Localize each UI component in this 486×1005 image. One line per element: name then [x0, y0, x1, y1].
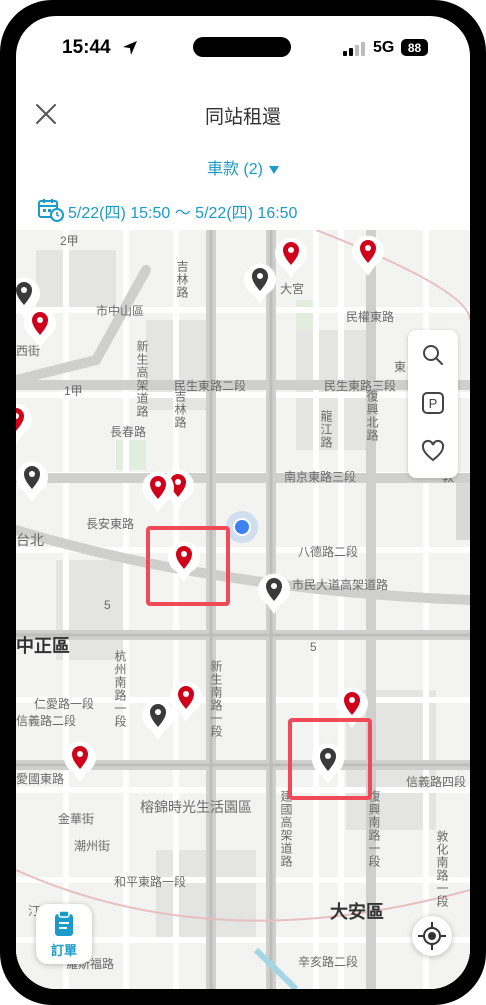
chevron-down-icon	[269, 165, 279, 174]
map-roads	[16, 230, 470, 989]
status-time: 15:44	[62, 37, 111, 58]
map-label-xinyi-4: 信義路四段	[406, 775, 467, 789]
page-title: 同站租還	[204, 107, 281, 128]
map-label-fuxing-n: 復興北路	[365, 390, 379, 442]
heart-icon[interactable]	[418, 436, 448, 466]
parking-icon[interactable]: P	[418, 388, 448, 418]
battery-icon: 88	[401, 39, 428, 56]
district-label-zhongzheng: 中正區	[16, 636, 70, 656]
header: 同站租還	[16, 88, 470, 140]
map-tools-panel: P	[408, 330, 458, 478]
map-label-xinsheng-elevated: 新生高架道路	[135, 340, 149, 418]
station-pin-red[interactable]	[60, 736, 100, 788]
map-label-zhongshan: 市中山區	[96, 304, 145, 318]
order-button-label: 訂單	[50, 943, 77, 958]
map-label-rongjin: 榕錦時光生活園區	[140, 799, 252, 815]
map-label-taipei: 台北	[16, 532, 44, 548]
station-pin-gray[interactable]	[16, 456, 52, 508]
date-range-text: 5/22(四) 15:50 ～ 5/22(四) 16:50	[68, 205, 298, 222]
battery-level: 88	[407, 40, 422, 55]
location-arrow-icon	[123, 41, 137, 55]
station-pin-gray[interactable]	[240, 258, 280, 310]
map-label-minsheng-3: 民生東路三段	[324, 379, 397, 393]
map-label-aiguo: 愛國東路	[16, 772, 65, 786]
map-label-jianguo-elevated: 建國高架道路	[279, 790, 293, 868]
date-range-bar[interactable]: 5/22(四) 15:50 ～ 5/22(四) 16:50	[16, 192, 470, 228]
map-label-xinhai: 辛亥路二段	[298, 955, 359, 969]
station-pin-gray[interactable]	[254, 568, 294, 620]
station-pin-red[interactable]	[16, 398, 36, 450]
car-filter-label: 車款 (2)	[206, 161, 263, 178]
map-view[interactable]: 2甲 吉林路 大宮 民權東路 市中山區 西街 民生東路二段 民生東路三段 1甲 …	[16, 230, 470, 989]
map-label-changan: 長安東路	[86, 517, 135, 531]
car-filter-dropdown[interactable]: 車款 (2)	[16, 155, 470, 179]
map-label-east: 東	[394, 360, 407, 374]
my-location-button[interactable]	[412, 916, 452, 956]
map-label-dunhua-s: 敦化南路一段	[435, 830, 449, 908]
calendar-clock-icon	[38, 199, 64, 222]
map-label-changchun: 長春路	[110, 425, 147, 439]
map-label-shimin: 市民大道高架道路	[292, 578, 389, 592]
map-label-hangzhou: 杭州南路一段	[113, 650, 127, 728]
phone-frame: 15:44 5G 88 同站租還 車款 (2) 5/22(四) 15:50 ～ …	[0, 0, 486, 1005]
clipboard-icon	[55, 910, 73, 936]
map-label-xinyi-2: 信義路二段	[16, 714, 77, 728]
highlight-box	[146, 526, 230, 606]
highlight-box	[288, 718, 372, 800]
map-label-1jia: 1甲	[64, 384, 83, 398]
map-label-longjiang: 龍江路	[319, 410, 333, 449]
map-label-2jia: 2甲	[60, 234, 79, 248]
dynamic-island	[193, 37, 291, 57]
search-icon[interactable]	[418, 340, 448, 370]
crosshair-icon	[418, 922, 446, 950]
map-label-jinhua: 金華街	[58, 812, 95, 826]
station-pin-red[interactable]	[348, 230, 388, 282]
map-label-minquan: 民權東路	[346, 310, 395, 324]
station-pin-red[interactable]	[20, 302, 60, 354]
signal-icon	[343, 42, 365, 56]
map-label-route5b: 5	[310, 640, 317, 654]
map-label-jilin: 吉林路	[175, 260, 189, 299]
parking-letter: P	[429, 396, 438, 411]
map-label-heping: 和平東路一段	[114, 875, 187, 889]
map-label-chaozhou: 潮州街	[74, 839, 111, 853]
map-label-jilin-2: 吉林路	[173, 390, 187, 429]
map-label-nanjing-3: 南京東路三段	[284, 470, 357, 484]
order-button[interactable]: 訂單	[36, 904, 92, 964]
map-label-xinsheng-s: 新生南路一段	[209, 660, 223, 738]
app-screen: 15:44 5G 88 同站租還 車款 (2) 5/22(四) 15:50 ～ …	[16, 16, 470, 989]
map-label-route5a: 5	[104, 598, 111, 612]
map-label-fuxing-s: 復興南路一段	[367, 790, 381, 868]
network-type: 5G	[373, 39, 395, 56]
district-label-daan: 大安區	[330, 902, 384, 922]
map-label-renai: 仁愛路一段	[34, 697, 95, 711]
station-pin-red[interactable]	[138, 466, 178, 518]
status-bar: 15:44 5G 88	[16, 16, 470, 80]
map-label-bade: 八德路二段	[298, 545, 359, 559]
station-pin-gray[interactable]	[138, 694, 178, 746]
